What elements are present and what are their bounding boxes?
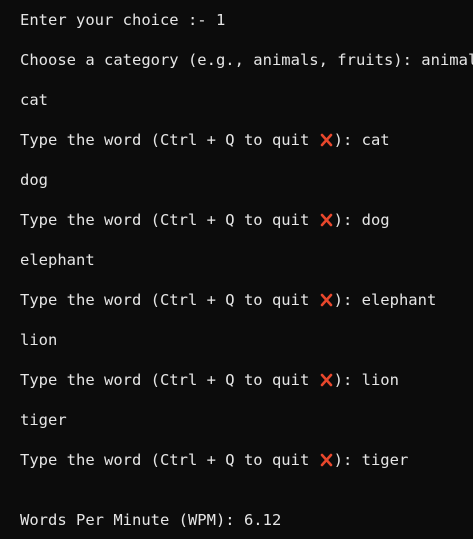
menu-prompt: Enter your choice :-	[20, 11, 216, 29]
menu-choice-value: 1	[215, 11, 226, 29]
menu-choice-line: Enter your choice :- 1	[20, 10, 225, 30]
typed-word: cat	[361, 131, 390, 149]
type-prompt-suffix: ):	[333, 371, 362, 389]
cross-mark-icon	[319, 450, 334, 470]
category-value: animals	[421, 51, 473, 69]
cross-mark-icon	[319, 290, 334, 310]
shown-word: lion	[20, 331, 58, 349]
typed-word: lion	[361, 371, 399, 389]
shown-word-line: lion	[20, 330, 57, 350]
type-prompt-prefix: Type the word (Ctrl + Q to quit	[20, 371, 319, 389]
wpm-label: Words Per Minute (WPM):	[20, 511, 244, 529]
shown-word: tiger	[20, 411, 67, 429]
shown-word: cat	[20, 91, 48, 109]
shown-word-line: dog	[20, 170, 48, 190]
type-prompt-suffix: ):	[333, 131, 362, 149]
shown-word-line: tiger	[20, 410, 67, 430]
type-prompt-suffix: ):	[333, 451, 362, 469]
typed-word: elephant	[361, 291, 437, 309]
type-prompt-prefix: Type the word (Ctrl + Q to quit	[20, 291, 319, 309]
cross-mark-icon	[319, 370, 334, 390]
type-prompt-suffix: ):	[333, 291, 362, 309]
type-prompt-line: Type the word (Ctrl + Q to quit ): lion	[20, 370, 399, 390]
type-prompt-suffix: ):	[333, 211, 362, 229]
terminal-window: Enter your choice :- 1 Choose a category…	[0, 0, 473, 539]
type-prompt-line: Type the word (Ctrl + Q to quit ): tiger	[20, 450, 408, 470]
type-prompt-line: Type the word (Ctrl + Q to quit ): eleph…	[20, 290, 436, 310]
shown-word: elephant	[20, 251, 95, 269]
typed-word: tiger	[361, 451, 409, 469]
wpm-result-line: Words Per Minute (WPM): 6.12	[20, 510, 281, 530]
type-prompt-line: Type the word (Ctrl + Q to quit ): dog	[20, 210, 390, 230]
type-prompt-line: Type the word (Ctrl + Q to quit ): cat	[20, 130, 390, 150]
shown-word-line: cat	[20, 90, 48, 110]
type-prompt-prefix: Type the word (Ctrl + Q to quit	[20, 131, 319, 149]
cross-mark-icon	[319, 130, 334, 150]
typed-word: dog	[361, 211, 390, 229]
shown-word-line: elephant	[20, 250, 95, 270]
category-line: Choose a category (e.g., animals, fruits…	[20, 50, 473, 70]
category-prompt: Choose a category (e.g., animals, fruits…	[20, 51, 422, 69]
wpm-value: 6.12	[243, 511, 282, 529]
type-prompt-prefix: Type the word (Ctrl + Q to quit	[20, 211, 319, 229]
shown-word: dog	[20, 171, 48, 189]
type-prompt-prefix: Type the word (Ctrl + Q to quit	[20, 451, 319, 469]
cross-mark-icon	[319, 210, 334, 230]
